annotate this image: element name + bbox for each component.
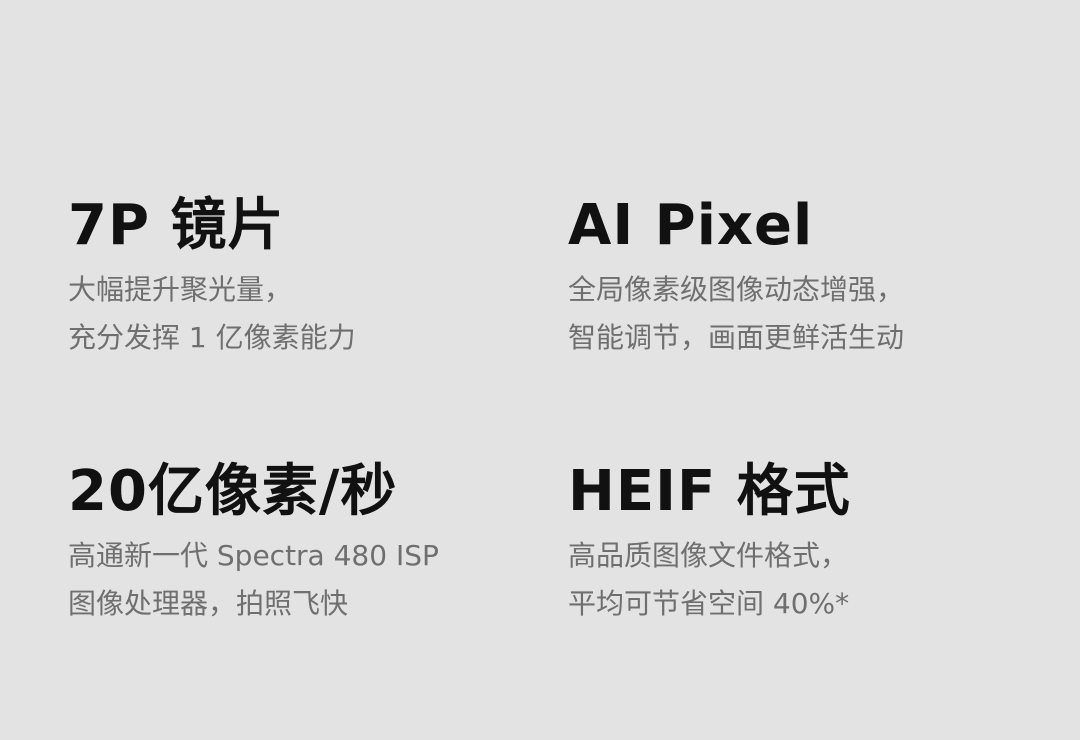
feature-ai-pixel: AI Pixel 全局像素级图像动态增强， 智能调节，画面更鲜活生动 [568, 192, 1028, 362]
feature-7p-lens: 7P 镜片 大幅提升聚光量， 充分发挥 1 亿像素能力 [68, 192, 528, 362]
feature-description-line: 大幅提升聚光量， [68, 273, 293, 306]
feature-description-line: 高品质图像文件格式， [568, 539, 849, 572]
feature-title: 7P 镜片 [68, 193, 285, 258]
feature-title: 20亿像素/秒 [68, 459, 398, 524]
feature-pixel-throughput: 20亿像素/秒 高通新一代 Spectra 480 ISP 图像处理器，拍照飞快 [68, 458, 528, 628]
feature-description-line: 全局像素级图像动态增强， [568, 273, 905, 306]
feature-heif-format: HEIF 格式 高品质图像文件格式， 平均可节省空间 40%* [568, 458, 1028, 628]
feature-description-line: 平均可节省空间 40%* [568, 587, 850, 620]
feature-description-line: 高通新一代 Spectra 480 ISP [68, 539, 439, 572]
feature-description-line: 图像处理器，拍照飞快 [68, 587, 349, 620]
feature-description-line: 智能调节，画面更鲜活生动 [568, 321, 905, 354]
feature-description: 大幅提升聚光量， 充分发挥 1 亿像素能力 [68, 266, 528, 362]
feature-description: 高品质图像文件格式， 平均可节省空间 40%* [568, 532, 1028, 628]
feature-description-line: 充分发挥 1 亿像素能力 [68, 321, 356, 354]
feature-description: 全局像素级图像动态增强， 智能调节，画面更鲜活生动 [568, 266, 1028, 362]
feature-title: HEIF 格式 [568, 459, 851, 524]
feature-description: 高通新一代 Spectra 480 ISP 图像处理器，拍照飞快 [68, 532, 528, 628]
feature-title: AI Pixel [568, 193, 814, 258]
